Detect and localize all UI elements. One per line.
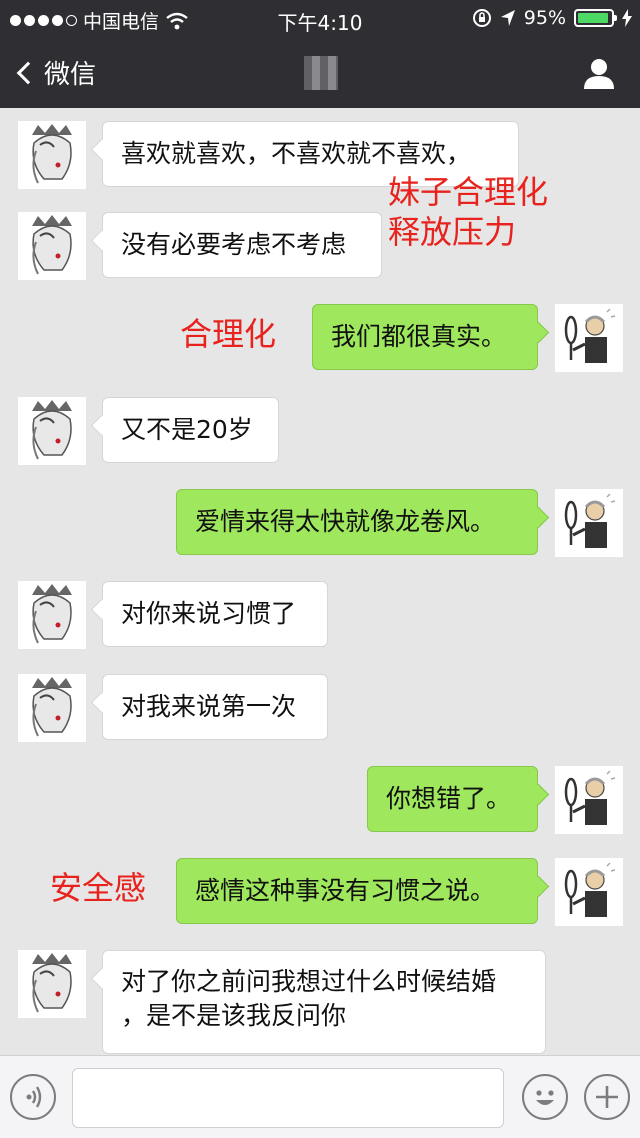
input-bar bbox=[0, 1055, 640, 1138]
profile-icon[interactable] bbox=[582, 56, 616, 90]
annotation-note: 合理化 bbox=[180, 315, 277, 353]
back-label: 微信 bbox=[44, 60, 97, 90]
message-bubble-incoming[interactable]: 对我来说第一次 bbox=[102, 674, 328, 740]
annotation-note: 妹子合理化 释放压力 bbox=[388, 172, 548, 252]
message-text: 对我来说第一次 bbox=[121, 692, 297, 721]
my-avatar[interactable] bbox=[555, 489, 623, 557]
battery-icon bbox=[574, 9, 617, 27]
emoji-icon bbox=[536, 1090, 554, 1105]
message-text: 我们都很真实。 bbox=[331, 322, 507, 351]
message-text: 对你来说习惯了 bbox=[121, 599, 297, 628]
message-bubble-outgoing[interactable]: 你想错了。 bbox=[367, 766, 538, 832]
my-avatar[interactable] bbox=[555, 304, 623, 372]
lock-rotation-icon bbox=[472, 9, 491, 27]
back-button[interactable]: 微信 bbox=[14, 54, 96, 91]
voice-icon bbox=[26, 1086, 42, 1108]
annotation-line: 释放压力 bbox=[388, 213, 517, 251]
back-chevron-icon bbox=[16, 61, 40, 84]
message-text-line: 对了你之前问我想过什么时候结婚 bbox=[121, 967, 497, 996]
message-text: 爱情来得太快就像龙卷风。 bbox=[195, 507, 496, 536]
message-bubble-outgoing[interactable]: 感情这种事没有习惯之说。 bbox=[176, 858, 538, 924]
contact-avatar[interactable] bbox=[18, 121, 86, 189]
my-avatar[interactable] bbox=[555, 858, 623, 926]
message-text: 又不是20岁 bbox=[121, 415, 253, 444]
battery-percent: 95% bbox=[523, 7, 566, 29]
voice-button[interactable] bbox=[10, 1074, 56, 1120]
contact-avatar[interactable] bbox=[18, 674, 86, 742]
message-bubble-incoming[interactable]: 对你来说习惯了 bbox=[102, 581, 328, 647]
my-avatar[interactable] bbox=[555, 766, 623, 834]
message-text: 没有必要考虑不考虑 bbox=[121, 230, 347, 259]
contact-avatar[interactable] bbox=[18, 212, 86, 280]
message-text: 你想错了。 bbox=[386, 784, 512, 813]
message-input[interactable] bbox=[72, 1068, 504, 1128]
chat-area[interactable]: 喜欢就喜欢，不喜欢就不喜欢， 没有必要考虑不考虑 妹子合理化 释放压力 合理化 … bbox=[0, 108, 640, 1055]
annotation-line: 妹子合理化 bbox=[388, 173, 549, 211]
message-text: 感情这种事没有习惯之说。 bbox=[195, 876, 496, 905]
contact-avatar[interactable] bbox=[18, 581, 86, 649]
message-bubble-outgoing[interactable]: 爱情来得太快就像龙卷风。 bbox=[176, 489, 538, 555]
message-text: 喜欢就喜欢，不喜欢就不喜欢， bbox=[121, 139, 472, 168]
contact-avatar[interactable] bbox=[18, 397, 86, 465]
message-bubble-incoming[interactable]: 没有必要考虑不考虑 bbox=[102, 212, 382, 278]
plus-icon bbox=[596, 1086, 618, 1108]
message-bubble-incoming[interactable]: 又不是20岁 bbox=[102, 397, 279, 463]
contact-avatar[interactable] bbox=[18, 950, 86, 1018]
status-right: 95% bbox=[472, 7, 632, 29]
emoji-button[interactable] bbox=[522, 1074, 568, 1120]
contact-name-blurred bbox=[304, 56, 338, 90]
message-bubble-incoming[interactable]: 对了你之前问我想过什么时候结婚 ，是不是该我反问你 bbox=[102, 950, 546, 1054]
status-bar: 中国电信 下午4:10 95% bbox=[0, 0, 640, 36]
annotation-note: 安全感 bbox=[50, 869, 147, 907]
message-text-line: ，是不是该我反问你 bbox=[121, 1001, 347, 1030]
location-arrow-icon bbox=[500, 10, 515, 26]
charging-bolt-icon bbox=[622, 9, 632, 27]
nav-bar: 微信 bbox=[0, 36, 640, 108]
plus-button[interactable] bbox=[584, 1074, 630, 1120]
message-bubble-outgoing[interactable]: 我们都很真实。 bbox=[312, 304, 538, 370]
